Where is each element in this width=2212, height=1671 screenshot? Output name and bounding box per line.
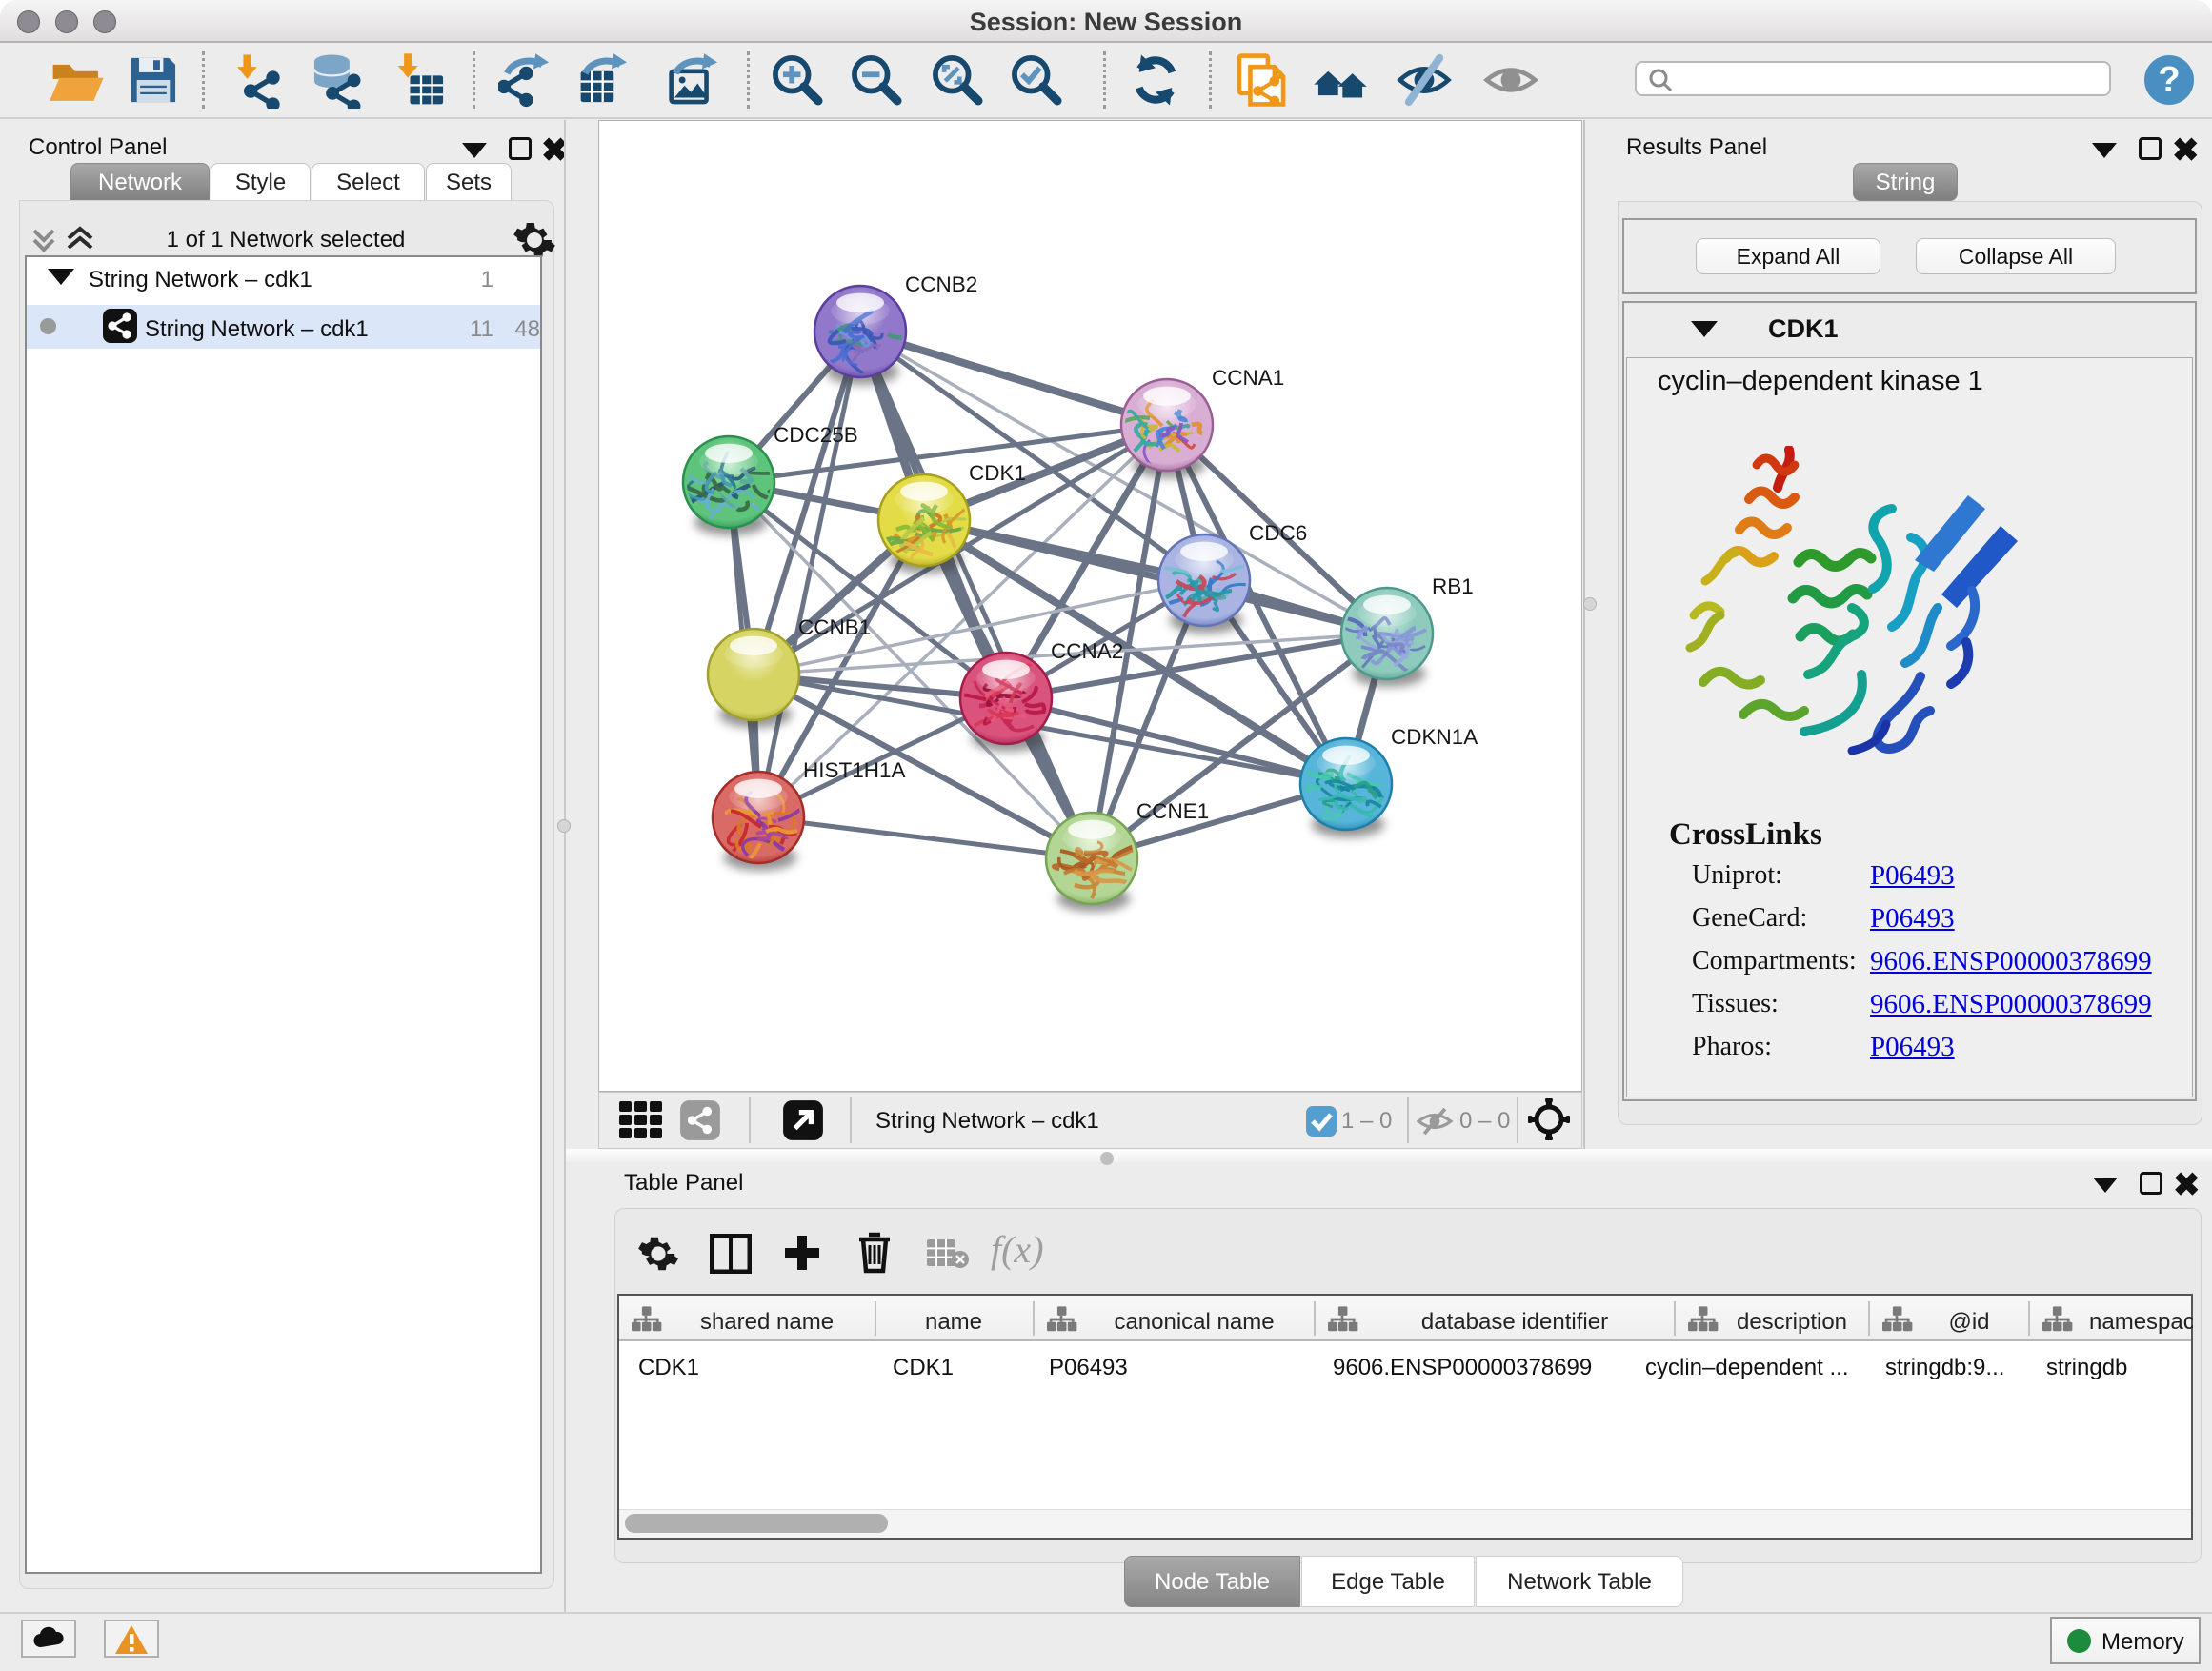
svg-text:CCNB2: CCNB2 xyxy=(905,272,977,296)
svg-text:CCNA2: CCNA2 xyxy=(1051,639,1123,663)
svg-text:CDC6: CDC6 xyxy=(1249,521,1307,545)
svg-text:CDC25B: CDC25B xyxy=(774,423,858,447)
svg-text:CDKN1A: CDKN1A xyxy=(1391,725,1478,749)
svg-text:HIST1H1A: HIST1H1A xyxy=(803,758,906,782)
svg-text:CCNA1: CCNA1 xyxy=(1212,366,1284,390)
svg-text:CDK1: CDK1 xyxy=(969,461,1026,485)
svg-text:CCNE1: CCNE1 xyxy=(1136,799,1209,823)
svg-text:RB1: RB1 xyxy=(1432,574,1474,598)
svg-text:CCNB1: CCNB1 xyxy=(798,615,871,639)
